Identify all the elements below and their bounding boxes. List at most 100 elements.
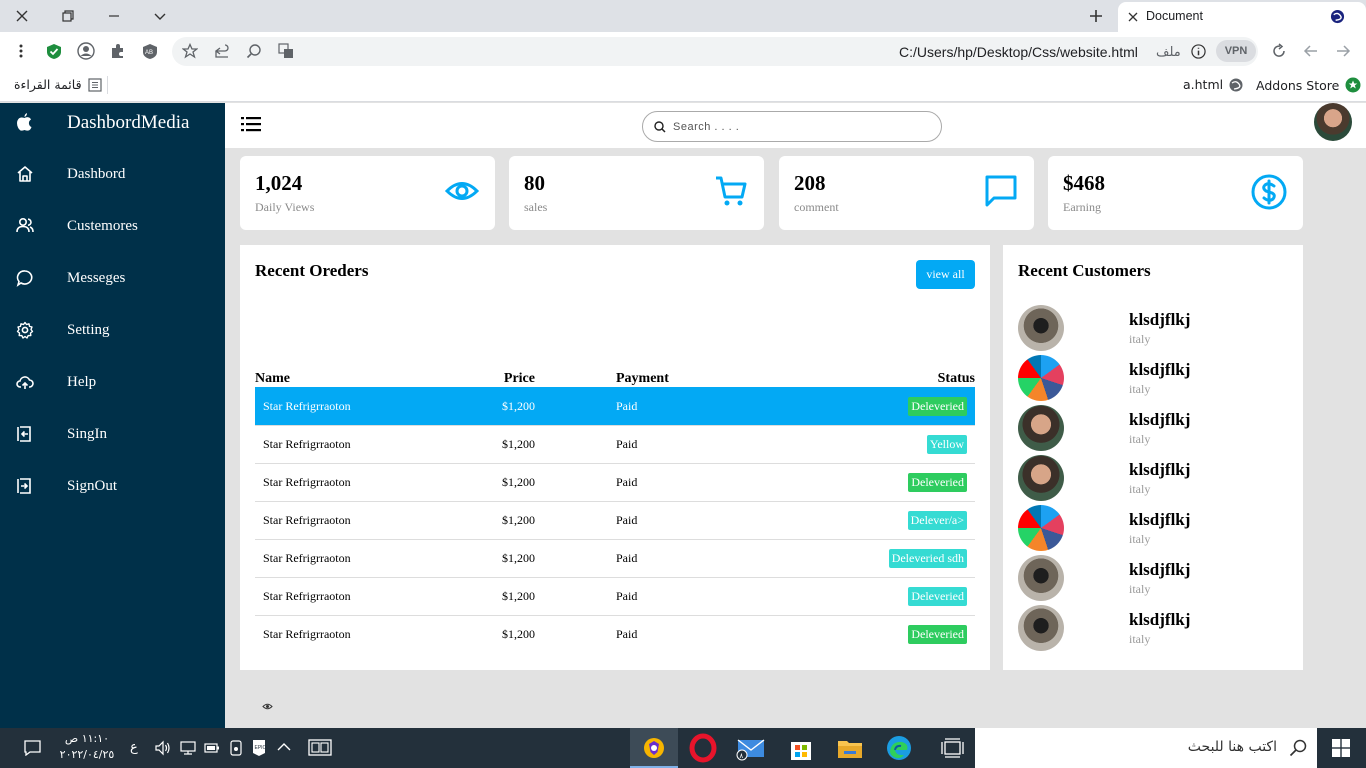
addons-store-bookmark[interactable]: Addons Store <box>1256 77 1361 93</box>
sidebar-item-label: SignOut <box>67 478 118 494</box>
chevron-up-icon[interactable] <box>277 742 291 752</box>
order-price: $1,200 <box>475 538 535 577</box>
device-icon[interactable] <box>229 740 243 756</box>
list-item[interactable]: klsdjflkj italy <box>1018 405 1288 455</box>
status-badge: Deleveried <box>908 472 967 492</box>
share-icon[interactable] <box>214 43 230 59</box>
mail-icon[interactable]: ٨ <box>735 733 765 763</box>
gear-icon <box>16 321 34 339</box>
epic-games-icon[interactable]: EPIC <box>252 739 266 757</box>
language-indicator[interactable]: ع <box>130 740 138 755</box>
home-icon <box>16 165 34 183</box>
dollar-icon <box>1251 174 1287 210</box>
sidebar-item-messeges[interactable]: Messeges <box>0 259 225 299</box>
sidebar-item-help[interactable]: Help <box>0 363 225 403</box>
url-text[interactable]: C:/Users/hp/Desktop/Css/website.html <box>899 44 1138 60</box>
list-item[interactable]: klsdjflkj italy <box>1018 455 1288 505</box>
list-item[interactable]: klsdjflkj italy <box>1018 555 1288 605</box>
taskbar-brave[interactable] <box>630 728 678 768</box>
customer-country: italy <box>1129 582 1151 596</box>
search-input[interactable] <box>673 118 923 136</box>
menu-dots-icon[interactable] <box>18 44 24 58</box>
browser-tab-bar: Document <box>0 0 1366 32</box>
table-row[interactable]: Star Refrigrraoton $1,200 Paid Deleveried <box>255 386 975 425</box>
extensions-icon[interactable] <box>110 43 126 59</box>
sidebar-item-signout[interactable]: SignOut <box>0 467 225 507</box>
info-icon[interactable] <box>1191 44 1206 59</box>
reload-icon[interactable] <box>1271 43 1287 59</box>
windows-start-icon[interactable] <box>1332 739 1350 757</box>
order-status-cell: Deleveried <box>835 386 975 425</box>
volume-icon[interactable] <box>155 740 171 756</box>
customer-avatar <box>1018 505 1064 551</box>
file-explorer-icon[interactable] <box>835 733 865 763</box>
opera-icon[interactable] <box>688 733 718 763</box>
hamburger-menu-icon[interactable] <box>241 116 261 132</box>
stat-card-comments: 208 comment <box>779 156 1034 230</box>
task-view-icon[interactable] <box>308 739 332 756</box>
table-row[interactable]: Star Refrigrraoton $1,200 Paid Deleveried <box>255 462 975 501</box>
eye-icon <box>445 174 479 208</box>
table-row[interactable]: Star Refrigrraoton $1,200 Paid Yellow <box>255 424 975 463</box>
shield-icon[interactable] <box>46 43 62 60</box>
minimize-window-icon[interactable] <box>104 6 124 26</box>
list-item[interactable]: klsdjflkj italy <box>1018 355 1288 405</box>
clock-date: ٢٠٢٢/٠٤/٢٥ <box>59 748 115 761</box>
apple-icon <box>17 113 32 131</box>
star-icon[interactable] <box>182 43 198 59</box>
zoom-icon[interactable] <box>246 43 262 59</box>
address-bar: AB C:/Users/hp/Desktop/Css/website.html … <box>0 32 1366 70</box>
top-header <box>225 103 1366 148</box>
restore-window-icon[interactable] <box>58 6 78 26</box>
vpn-badge[interactable]: VPN <box>1216 40 1256 62</box>
forward-arrow-icon[interactable] <box>1335 43 1351 59</box>
a-html-bookmark[interactable]: a.html <box>1183 77 1243 92</box>
customer-country: italy <box>1129 332 1151 346</box>
status-badge: Yellow <box>926 434 967 454</box>
taskbar-clock[interactable]: ١١:١٠ ص ٢٠٢٢/٠٤/٢٥ <box>52 731 122 763</box>
battery-icon[interactable] <box>204 741 220 755</box>
sidebar-item-setting[interactable]: Setting <box>0 311 225 351</box>
adblock-icon[interactable]: AB <box>142 43 158 59</box>
new-tab-icon[interactable] <box>1086 6 1106 26</box>
customer-country: italy <box>1129 632 1151 646</box>
browser-tab[interactable]: Document <box>1118 2 1366 32</box>
list-item[interactable]: klsdjflkj italy <box>1018 505 1288 555</box>
customer-country: italy <box>1129 432 1151 446</box>
order-name: Star Refrigrraoton <box>255 386 475 425</box>
avatar[interactable] <box>1314 103 1352 141</box>
network-icon[interactable] <box>180 740 196 756</box>
back-arrow-icon[interactable] <box>1303 43 1319 59</box>
taskbar-search-box[interactable]: اكتب هنا للبحث <box>975 728 1317 768</box>
edge-icon[interactable] <box>884 733 914 763</box>
task-switcher-icon[interactable] <box>937 733 967 763</box>
order-name: Star Refrigrraoton <box>255 424 475 463</box>
store-icon[interactable] <box>786 733 816 763</box>
close-window-icon[interactable] <box>12 6 32 26</box>
table-row[interactable]: Star Refrigrraoton $1,200 Paid Deleveried <box>255 576 975 615</box>
sidebar: DashbordMedia Dashbord Custemores Messeg… <box>0 103 225 728</box>
table-row[interactable]: Star Refrigrraoton $1,200 Paid Deleveried s… <box>255 538 975 577</box>
customer-name: klsdjflkj <box>1129 460 1191 479</box>
chevron-down-icon[interactable] <box>150 6 170 26</box>
notifications-icon[interactable] <box>24 740 41 756</box>
table-row[interactable]: Star Refrigrraoton $1,200 Paid Delever/a> <box>255 500 975 539</box>
profile-icon[interactable] <box>77 42 95 60</box>
sidebar-item-custemores[interactable]: Custemores <box>0 207 225 247</box>
recent-customers-panel: Recent Customers klsdjflkj italy klsdjfl… <box>1003 245 1303 670</box>
customer-name: klsdjflkj <box>1129 560 1191 579</box>
omnibox[interactable]: C:/Users/hp/Desktop/Css/website.html ملف… <box>172 37 1258 66</box>
list-item[interactable]: klsdjflkj italy <box>1018 305 1288 355</box>
list-item[interactable]: klsdjflkj italy <box>1018 605 1288 655</box>
customer-country: italy <box>1129 532 1151 546</box>
sidebar-item-singin[interactable]: SingIn <box>0 415 225 455</box>
close-tab-icon[interactable] <box>1128 12 1138 22</box>
sign-out-icon <box>16 477 34 495</box>
view-all-button[interactable]: view all <box>916 260 975 289</box>
table-row[interactable]: Star Refrigrraoton $1,200 Paid Deleveried <box>255 614 975 653</box>
search-box[interactable] <box>642 111 942 142</box>
reading-list-bookmark[interactable]: قائمة القراءة <box>14 77 102 92</box>
translate-icon[interactable] <box>278 43 294 59</box>
sidebar-item-dashbord[interactable]: Dashbord <box>0 155 225 195</box>
order-status-cell: Delever/a> <box>835 500 975 539</box>
